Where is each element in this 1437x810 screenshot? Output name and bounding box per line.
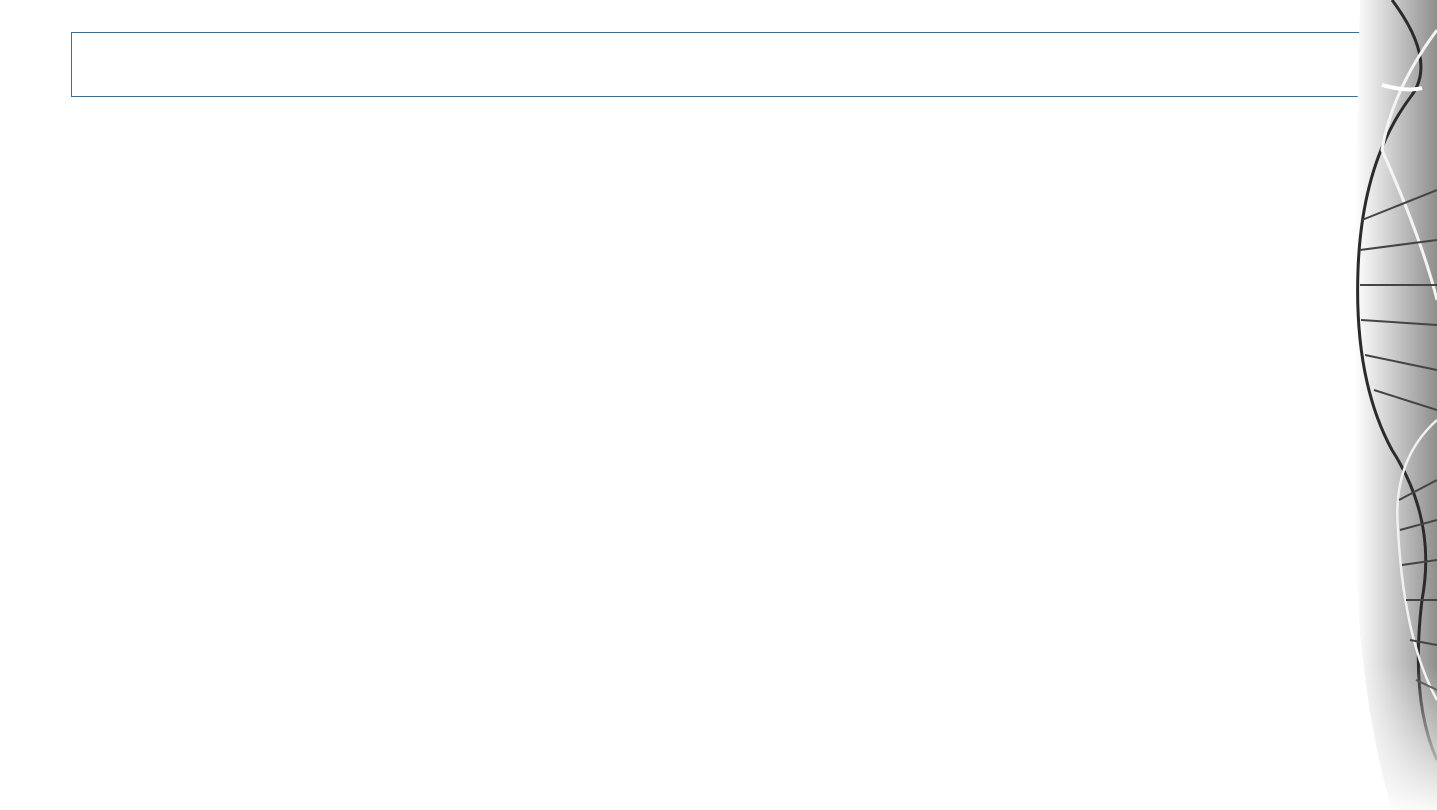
- slide-canvas: [0, 0, 1437, 810]
- title-placeholder[interactable]: [71, 32, 1364, 97]
- dna-helix-icon: [1352, 0, 1437, 810]
